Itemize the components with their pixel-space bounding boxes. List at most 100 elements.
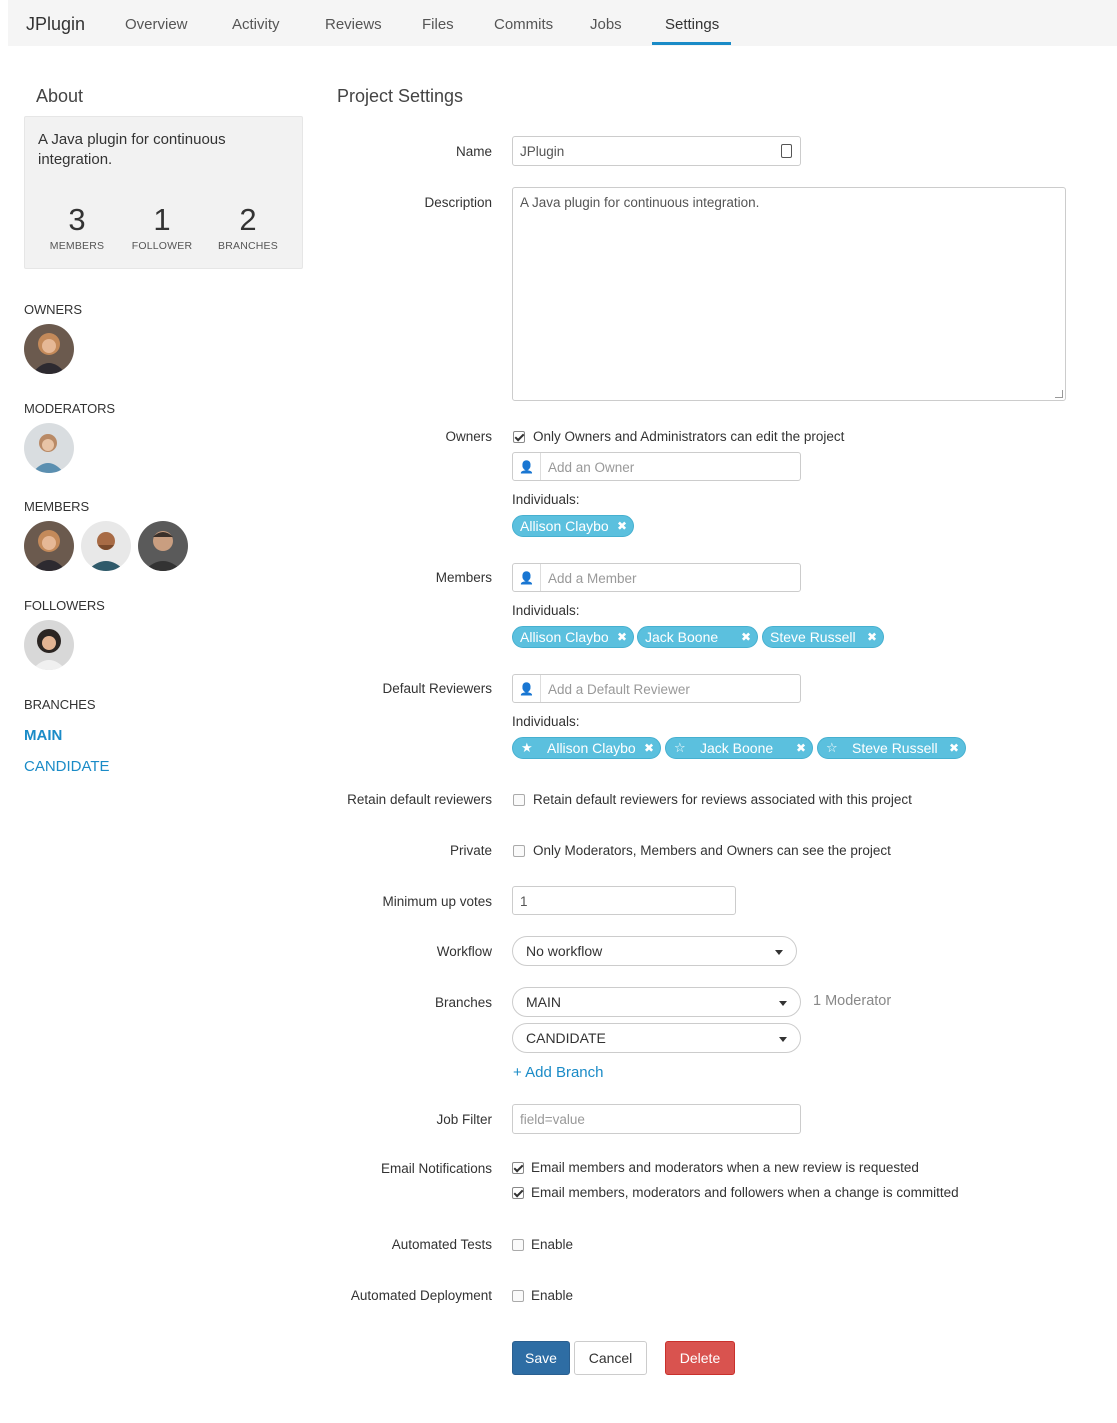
remove-icon[interactable]: ✖ [644,738,654,758]
retain-reviewers-text: Retain default reviewers for reviews ass… [533,792,912,807]
members-label: Members [435,570,492,585]
reviewer-tag[interactable]: ★ Allison Clayborne ✖ [512,737,661,759]
about-description: A Java plugin for continuous integration… [38,131,226,168]
email-commit-text: Email members, moderators and followers … [531,1185,959,1200]
contact-card-icon [781,144,792,158]
job-filter-placeholder: field=value [520,1112,585,1127]
member-tag[interactable]: Jack Boone ✖ [637,626,758,648]
branch-link-candidate[interactable]: CANDIDATE [24,758,110,775]
private-label: Private [449,843,492,858]
chevron-down-icon [779,1037,787,1042]
moderator-avatar[interactable] [24,423,74,473]
private-text: Only Moderators, Members and Owners can … [533,843,891,858]
member-tag[interactable]: Allison Clayborne ✖ [512,626,634,648]
add-reviewer-input[interactable]: 👤 Add a Default Reviewer [512,674,801,703]
project-brand[interactable]: JPlugin [26,14,85,35]
member-tag-name: Jack Boone [645,629,719,645]
description-textarea[interactable]: A Java plugin for continuous integration… [512,187,1066,401]
star-outline-icon[interactable]: ☆ [674,738,686,758]
name-input[interactable]: JPlugin [512,136,801,166]
reviewer-tag-name: Jack Boone [700,740,774,756]
branch-link-main[interactable]: MAIN [24,727,62,744]
branches-heading: BRANCHES [24,697,96,712]
add-reviewer-placeholder: Add a Default Reviewer [548,682,690,697]
user-icon: 👤 [513,453,541,480]
remove-icon[interactable]: ✖ [867,627,877,647]
cancel-button[interactable]: Cancel [574,1341,647,1375]
automated-tests-text: Enable [531,1237,574,1252]
tab-commits[interactable]: Commits [494,16,553,33]
add-owner-input[interactable]: 👤 Add an Owner [512,452,801,481]
automated-deployment-checkbox[interactable] [512,1290,524,1302]
remove-icon[interactable]: ✖ [949,738,959,758]
resize-handle-icon[interactable] [1055,390,1063,398]
tab-activity[interactable]: Activity [232,16,280,33]
owner-tag[interactable]: Allison Clayborne ✖ [512,515,634,537]
branch-select-main[interactable]: MAIN [512,987,801,1017]
member-avatar-1[interactable] [24,521,74,571]
chevron-down-icon [779,1001,787,1006]
about-box: A Java plugin for continuous integration… [24,116,303,269]
tab-overview[interactable]: Overview [125,16,188,33]
member-tag-name: Steve Russell [770,629,856,645]
tab-files[interactable]: Files [422,16,454,33]
tab-jobs[interactable]: Jobs [590,16,622,33]
private-checkbox[interactable] [513,845,525,857]
member-tag[interactable]: Steve Russell ✖ [762,626,884,648]
reviewer-tag[interactable]: ☆ Jack Boone ✖ [665,737,813,759]
members-heading: MEMBERS [24,499,90,514]
user-icon: 👤 [513,675,541,702]
branches-count-label: BRANCHES [218,240,278,252]
add-owner-placeholder: Add an Owner [548,460,635,475]
name-label: Name [455,144,492,159]
automated-tests-label: Automated Tests [391,1237,492,1252]
email-review-checkbox[interactable] [512,1162,524,1174]
name-value: JPlugin [520,144,565,159]
member-avatar-3[interactable] [138,521,188,571]
star-outline-icon[interactable]: ☆ [826,738,838,758]
owners-individuals-label: Individuals: [512,492,580,507]
save-button[interactable]: Save [512,1341,570,1375]
branch-moderator-count[interactable]: 1 Moderator [813,993,891,1009]
branch-candidate-value: CANDIDATE [526,1030,606,1046]
reviewer-tag-name: Steve Russell [852,740,938,756]
member-avatar-2[interactable] [81,521,131,571]
star-icon[interactable]: ★ [521,738,533,758]
email-review-text: Email members and moderators when a new … [531,1160,919,1175]
min-upvotes-value: 1 [520,894,528,909]
email-notifications-label: Email Notifications [380,1161,492,1176]
branches-count: 2 [239,202,257,237]
automated-tests-checkbox[interactable] [512,1239,524,1251]
retain-reviewers-label: Retain default reviewers [347,792,492,807]
branches-label: Branches [434,995,492,1010]
retain-reviewers-checkbox[interactable] [513,794,525,806]
chevron-down-icon [775,950,783,955]
page-title: Project Settings [337,86,464,106]
owner-tag-name: Allison Clayborne [520,518,608,534]
tab-reviews[interactable]: Reviews [325,16,382,33]
owner-avatar[interactable] [24,324,74,374]
add-member-input[interactable]: 👤 Add a Member [512,563,801,592]
owners-label: Owners [445,429,492,444]
remove-icon[interactable]: ✖ [617,516,627,536]
owners-only-checkbox[interactable] [513,431,525,443]
remove-icon[interactable]: ✖ [796,738,806,758]
workflow-select[interactable]: No workflow [512,936,797,966]
delete-button[interactable]: Delete [665,1341,735,1375]
reviewer-tag[interactable]: ☆ Steve Russell ✖ [817,737,966,759]
add-member-placeholder: Add a Member [548,571,637,586]
branch-select-candidate[interactable]: CANDIDATE [512,1023,801,1053]
owners-heading: OWNERS [24,302,82,317]
follower-count-label: FOLLOWER [131,240,193,252]
job-filter-input[interactable]: field=value [512,1104,801,1134]
follower-avatar[interactable] [24,620,74,670]
reviewer-tag-name: Allison Clayborne [547,740,635,756]
members-count: 3 [68,202,86,237]
remove-icon[interactable]: ✖ [741,627,751,647]
add-branch-link[interactable]: + Add Branch [513,1064,603,1081]
user-icon: 👤 [513,564,541,591]
remove-icon[interactable]: ✖ [617,627,627,647]
min-upvotes-input[interactable]: 1 [512,886,736,915]
tab-settings[interactable]: Settings [665,16,719,33]
email-commit-checkbox[interactable] [512,1187,524,1199]
